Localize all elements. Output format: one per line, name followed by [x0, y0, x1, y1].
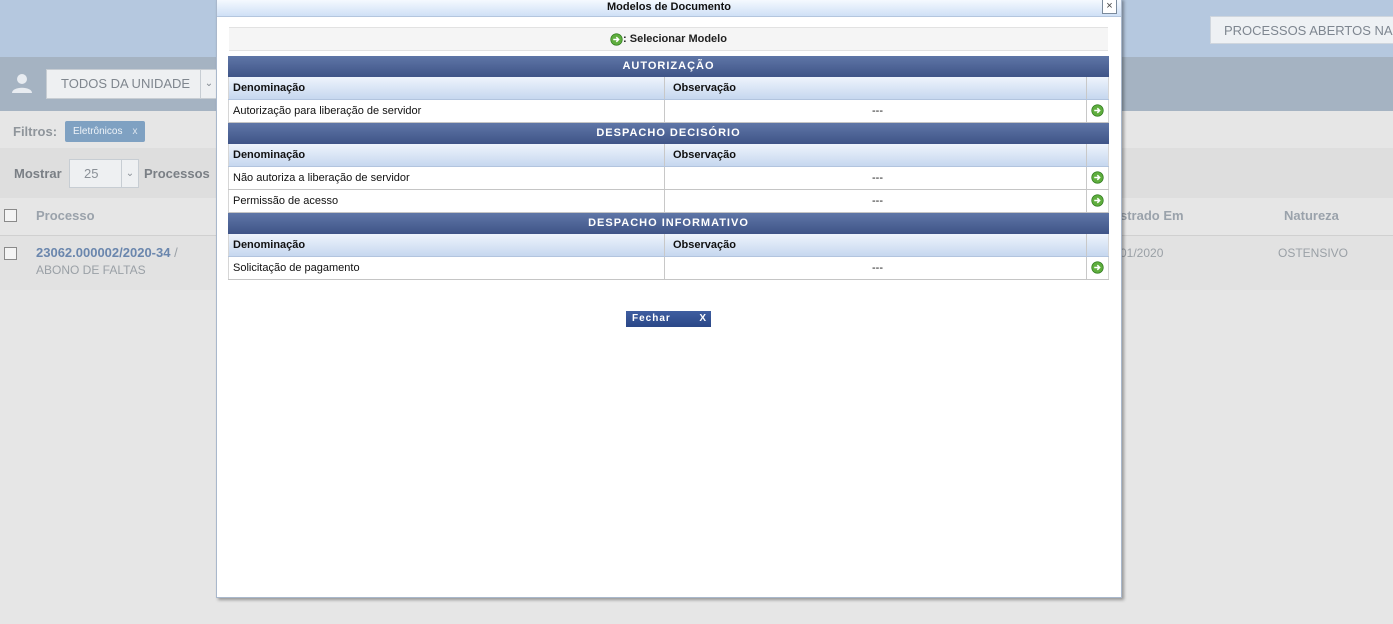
user-icon: [12, 74, 32, 93]
select-all-checkbox[interactable]: [4, 209, 17, 222]
column-cadastrado-em[interactable]: strado Em: [1120, 208, 1184, 223]
close-x-icon: X: [699, 313, 707, 324]
processos-label: Processos: [144, 166, 210, 181]
filter-chip-remove-icon[interactable]: x: [132, 126, 137, 137]
fechar-button[interactable]: Fechar X: [626, 311, 711, 327]
modelos-documento-dialog: Modelos de Documento × : Selecionar Mode…: [216, 0, 1122, 598]
process-number-link[interactable]: 23062.000002/2020-34 /: [36, 245, 178, 260]
header-observacao: Observação: [669, 144, 1087, 166]
legend-selecionar-modelo: : Selecionar Modelo: [229, 27, 1108, 51]
cell-denominacao: Permissão de acesso: [228, 190, 665, 212]
dialog-title: Modelos de Documento: [217, 0, 1121, 17]
fechar-label: Fechar: [632, 313, 671, 324]
arrow-right-circle-icon[interactable]: [1091, 261, 1104, 274]
cell-data: 01/2020: [1120, 246, 1164, 260]
arrow-right-circle-icon[interactable]: [1091, 171, 1104, 184]
arrow-right-circle-icon[interactable]: [1091, 104, 1104, 117]
header-denominacao: Denominação: [228, 234, 665, 256]
cell-observacao: ---: [669, 257, 1087, 279]
table-row: Permissão de acesso ---: [228, 190, 1109, 213]
header-action: [1087, 234, 1109, 256]
column-natureza[interactable]: Natureza: [1284, 208, 1339, 223]
column-processo[interactable]: Processo: [36, 208, 95, 223]
section-title: DESPACHO INFORMATIVO: [228, 213, 1109, 234]
close-icon[interactable]: ×: [1102, 0, 1117, 14]
chevron-down-icon: ⌄: [200, 70, 217, 98]
table-header: Denominação Observação: [228, 144, 1109, 167]
section-title: AUTORIZAÇÃO: [228, 56, 1109, 77]
cell-observacao: ---: [669, 100, 1087, 122]
cell-natureza: OSTENSIVO: [1278, 246, 1349, 260]
table-header: Denominação Observação: [228, 77, 1109, 100]
header-denominacao: Denominação: [228, 144, 665, 166]
mostrar-label: Mostrar: [14, 166, 62, 181]
header-observacao: Observação: [669, 77, 1087, 99]
header-action: [1087, 77, 1109, 99]
process-subject: ABONO DE FALTAS: [36, 263, 146, 277]
header-denominacao: Denominação: [228, 77, 665, 99]
cell-denominacao: Solicitação de pagamento: [228, 257, 665, 279]
cell-denominacao: Autorização para liberação de servidor: [228, 100, 665, 122]
header-action: [1087, 144, 1109, 166]
select-model-button[interactable]: [1087, 167, 1109, 189]
select-model-button[interactable]: [1087, 257, 1109, 279]
cell-observacao: ---: [669, 167, 1087, 189]
row-checkbox[interactable]: [4, 247, 17, 260]
cell-denominacao: Não autoriza a liberação de servidor: [228, 167, 665, 189]
filter-chip-label: Eletrônicos: [73, 126, 123, 137]
section-title: DESPACHO DECISÓRIO: [228, 123, 1109, 144]
table-row: Autorização para liberação de servidor -…: [228, 100, 1109, 123]
process-number[interactable]: 23062.000002/2020-34: [36, 245, 170, 260]
unidade-select[interactable]: TODOS DA UNIDADE ⌄: [46, 69, 218, 99]
page-size-value: 25: [84, 166, 99, 181]
header-observacao: Observação: [669, 234, 1087, 256]
select-model-button[interactable]: [1087, 190, 1109, 212]
table-row: Não autoriza a liberação de servidor ---: [228, 167, 1109, 190]
page-size-select[interactable]: 25 ⌄: [69, 159, 139, 188]
arrow-right-circle-icon: [610, 32, 623, 46]
table-row: Solicitação de pagamento ---: [228, 257, 1109, 280]
filtros-label: Filtros:: [13, 124, 58, 139]
section-autorizacao: AUTORIZAÇÃO Denominação Observação Autor…: [228, 56, 1109, 123]
select-model-button[interactable]: [1087, 100, 1109, 122]
processos-abertos-button[interactable]: PROCESSOS ABERTOS NA U: [1210, 16, 1393, 44]
filter-chip-eletronicos[interactable]: Eletrônicos x: [65, 121, 146, 142]
unidade-select-value: TODOS DA UNIDADE: [61, 76, 191, 91]
legend-text: : Selecionar Modelo: [623, 33, 727, 45]
table-header: Denominação Observação: [228, 234, 1109, 257]
process-separator: /: [174, 245, 178, 260]
arrow-right-circle-icon[interactable]: [1091, 194, 1104, 207]
section-despacho-decisorio: DESPACHO DECISÓRIO Denominação Observaçã…: [228, 123, 1109, 213]
section-despacho-informativo: DESPACHO INFORMATIVO Denominação Observa…: [228, 213, 1109, 280]
chevron-down-icon: ⌄: [121, 160, 138, 187]
cell-observacao: ---: [669, 190, 1087, 212]
